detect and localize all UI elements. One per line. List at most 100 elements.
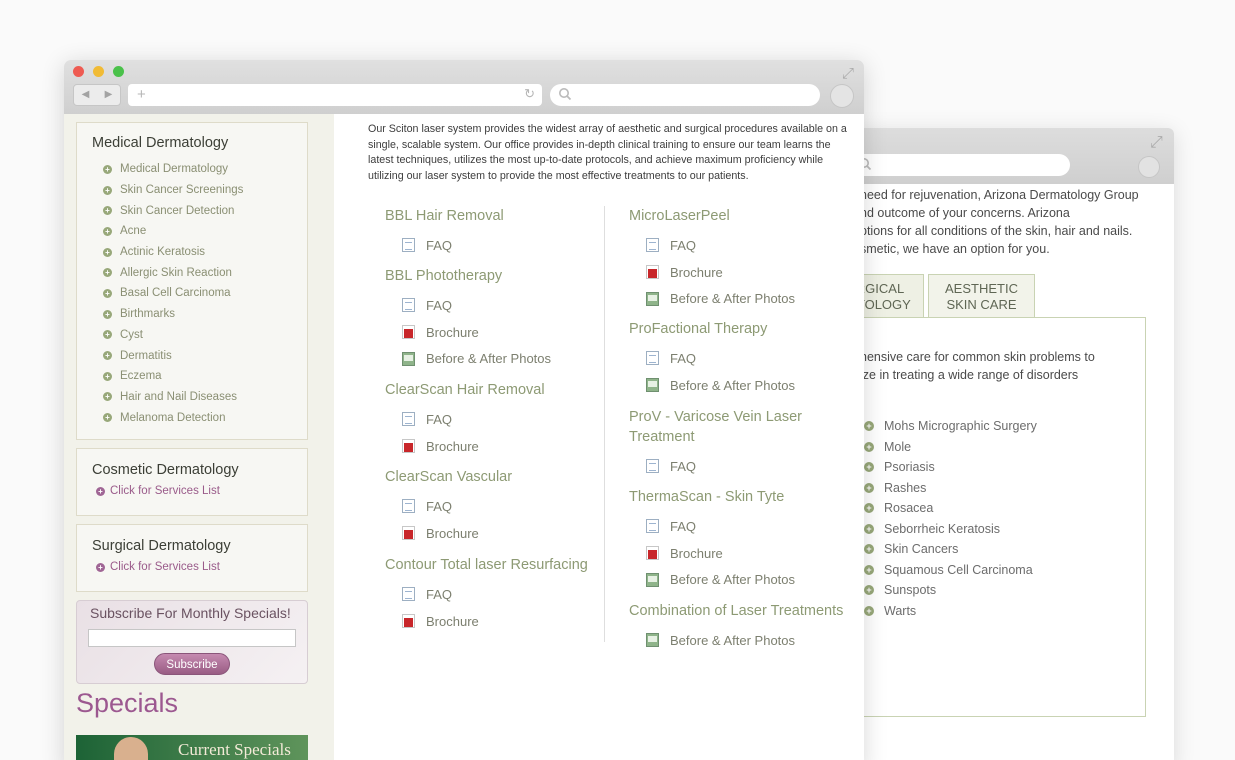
service-title-link[interactable]: BBL Phototherapy [385,266,600,286]
sidebar-item[interactable]: + Melanoma Detection [103,407,243,428]
photo-link[interactable]: Before & After Photos [646,567,849,594]
list-item[interactable]: + Rosacea [864,498,1037,519]
current-specials-banner[interactable]: Current Specials [76,735,308,760]
link-label: Brochure [670,264,723,280]
new-tab-plus-icon[interactable]: + [137,86,146,104]
maximize-window-button[interactable] [113,66,124,77]
plus-bullet-icon: + [103,185,112,195]
sidebar-item[interactable]: + Eczema [103,366,243,387]
faq-link[interactable]: FAQ [646,513,849,540]
link-label: Before & After Photos [670,291,796,307]
sidebar-item[interactable]: + Allergic Skin Reaction [103,262,243,283]
faq-link[interactable]: FAQ [646,345,849,372]
sidebar-item[interactable]: + Skin Cancer Screenings [103,180,243,201]
plus-circle-icon: + [96,486,105,496]
list-item[interactable]: + Squamous Cell Carcinoma [864,560,1037,581]
faq-link[interactable]: FAQ [402,232,600,259]
sidebar-item[interactable]: + Acne [103,221,243,242]
reload-icon[interactable]: ↻ [524,86,535,102]
sidebar-item-label: Medical Dermatology [120,163,229,176]
list-item[interactable]: + Sunspots [864,580,1037,601]
link-label: FAQ [426,297,453,313]
expand-icon[interactable]: ⤢ [842,65,854,82]
service-block: MicroLaserPeel FAQ Brochure Before & After … [629,206,849,312]
service-block: Combination of Laser Treatments Before & … [629,601,849,654]
search-field[interactable] [550,84,820,106]
minimize-window-button[interactable] [93,66,104,77]
service-title-link[interactable]: ClearScan Vascular [385,467,600,487]
surgical-services-link[interactable]: + Click for Services List [96,561,220,573]
list-item[interactable]: + Warts [864,601,1037,622]
cosmetic-services-link[interactable]: + Click for Services List [96,485,220,497]
sidebar-item[interactable]: + Basal Cell Carcinoma [103,283,243,304]
subscribe-email-input[interactable] [88,629,296,647]
sidebar-item[interactable]: + Cyst [103,325,243,346]
surgical-dermatology-title[interactable]: Surgical Dermatology [92,538,231,554]
sidebar-item[interactable]: + Dermatitis [103,345,243,366]
subscribe-button[interactable]: Subscribe [154,653,230,675]
link-label: FAQ [670,350,697,366]
tab-aesthetic-skin-care[interactable]: AESTHETIC SKIN CARE [928,274,1035,318]
service-title-link[interactable]: Contour Total laser Resurfacing [385,555,600,575]
back-window-round-button[interactable] [1138,156,1160,178]
forward-arrow-button[interactable]: ▶ [97,85,120,105]
photo-gallery-icon [402,351,415,366]
expand-icon[interactable]: ⤢ [1150,134,1163,152]
plus-bullet-icon: + [864,421,874,432]
service-title-link[interactable]: MicroLaserPeel [629,206,849,226]
pdf-link[interactable]: Brochure [402,433,600,460]
service-block: BBL Phototherapy FAQ Brochure Before & Afte… [385,266,600,372]
back-search-field[interactable] [850,154,1070,176]
sidebar-item[interactable]: + Medical Dermatology [103,159,243,180]
plus-bullet-icon: + [864,503,874,514]
service-title-link[interactable]: BBL Hair Removal [385,206,600,226]
pdf-link[interactable]: Brochure [402,319,600,346]
sidebar-item[interactable]: + Skin Cancer Detection [103,200,243,221]
plus-bullet-icon: + [103,226,112,236]
service-title-link[interactable]: ClearScan Hair Removal [385,380,600,400]
back-arrow-button[interactable]: ◀ [74,85,97,105]
link-label: Brochure [426,613,479,629]
photo-link[interactable]: Before & After Photos [646,372,849,399]
list-item[interactable]: + Skin Cancers [864,539,1037,560]
service-title-link[interactable]: Combination of Laser Treatments [629,601,849,621]
service-links: Before & After Photos [646,627,849,654]
faq-link[interactable]: FAQ [402,406,600,433]
list-item[interactable]: + Seborrheic Keratosis [864,519,1037,540]
surgical-dermatology-box: Surgical Dermatology + Click for Services… [76,524,308,592]
photo-link[interactable]: Before & After Photos [646,286,849,313]
service-title-link[interactable]: ProFactional Therapy [629,319,849,339]
photo-link[interactable]: Before & After Photos [402,346,600,373]
medical-dermatology-title[interactable]: Medical Dermatology [92,135,228,151]
photo-link[interactable]: Before & After Photos [646,627,849,654]
service-block: Contour Total laser Resurfacing FAQ Brochu… [385,555,600,635]
close-window-button[interactable] [73,66,84,77]
toolbar-round-button[interactable] [830,84,854,108]
faq-link[interactable]: FAQ [402,493,600,520]
sidebar-item[interactable]: + Hair and Nail Diseases [103,387,243,408]
list-item[interactable]: + Psoriasis [864,457,1037,478]
service-links: FAQ Brochure [402,581,600,635]
pdf-link[interactable]: Brochure [402,608,600,635]
service-title-link[interactable]: ProV - Varicose Vein Laser Treatment [629,407,849,447]
pdf-link[interactable]: Brochure [646,259,849,286]
pdf-link[interactable]: Brochure [402,520,600,547]
pdf-link[interactable]: Brochure [646,540,849,567]
list-item-label: Rashes [884,480,927,495]
list-item[interactable]: + Mole [864,437,1037,458]
list-item[interactable]: + Mohs Micrographic Surgery [864,416,1037,437]
faq-link[interactable]: FAQ [402,581,600,608]
document-icon [402,298,415,313]
cosmetic-dermatology-title[interactable]: Cosmetic Dermatology [92,462,239,478]
list-item-label: Psoriasis [884,460,935,475]
service-title-link[interactable]: ThermaScan - Skin Tyte [629,487,849,507]
list-item[interactable]: + Rashes [864,478,1037,499]
faq-link[interactable]: FAQ [646,232,849,259]
banner-text: Current Specials [178,740,291,759]
sidebar-item[interactable]: + Actinic Keratosis [103,242,243,263]
faq-link[interactable]: FAQ [646,453,849,480]
browser-window: ⤢ ◀ ▶ + ↻ Medical Dermatology + Medical D… [64,60,864,760]
address-bar[interactable]: + ↻ [128,84,542,106]
sidebar-item[interactable]: + Birthmarks [103,304,243,325]
faq-link[interactable]: FAQ [402,292,600,319]
